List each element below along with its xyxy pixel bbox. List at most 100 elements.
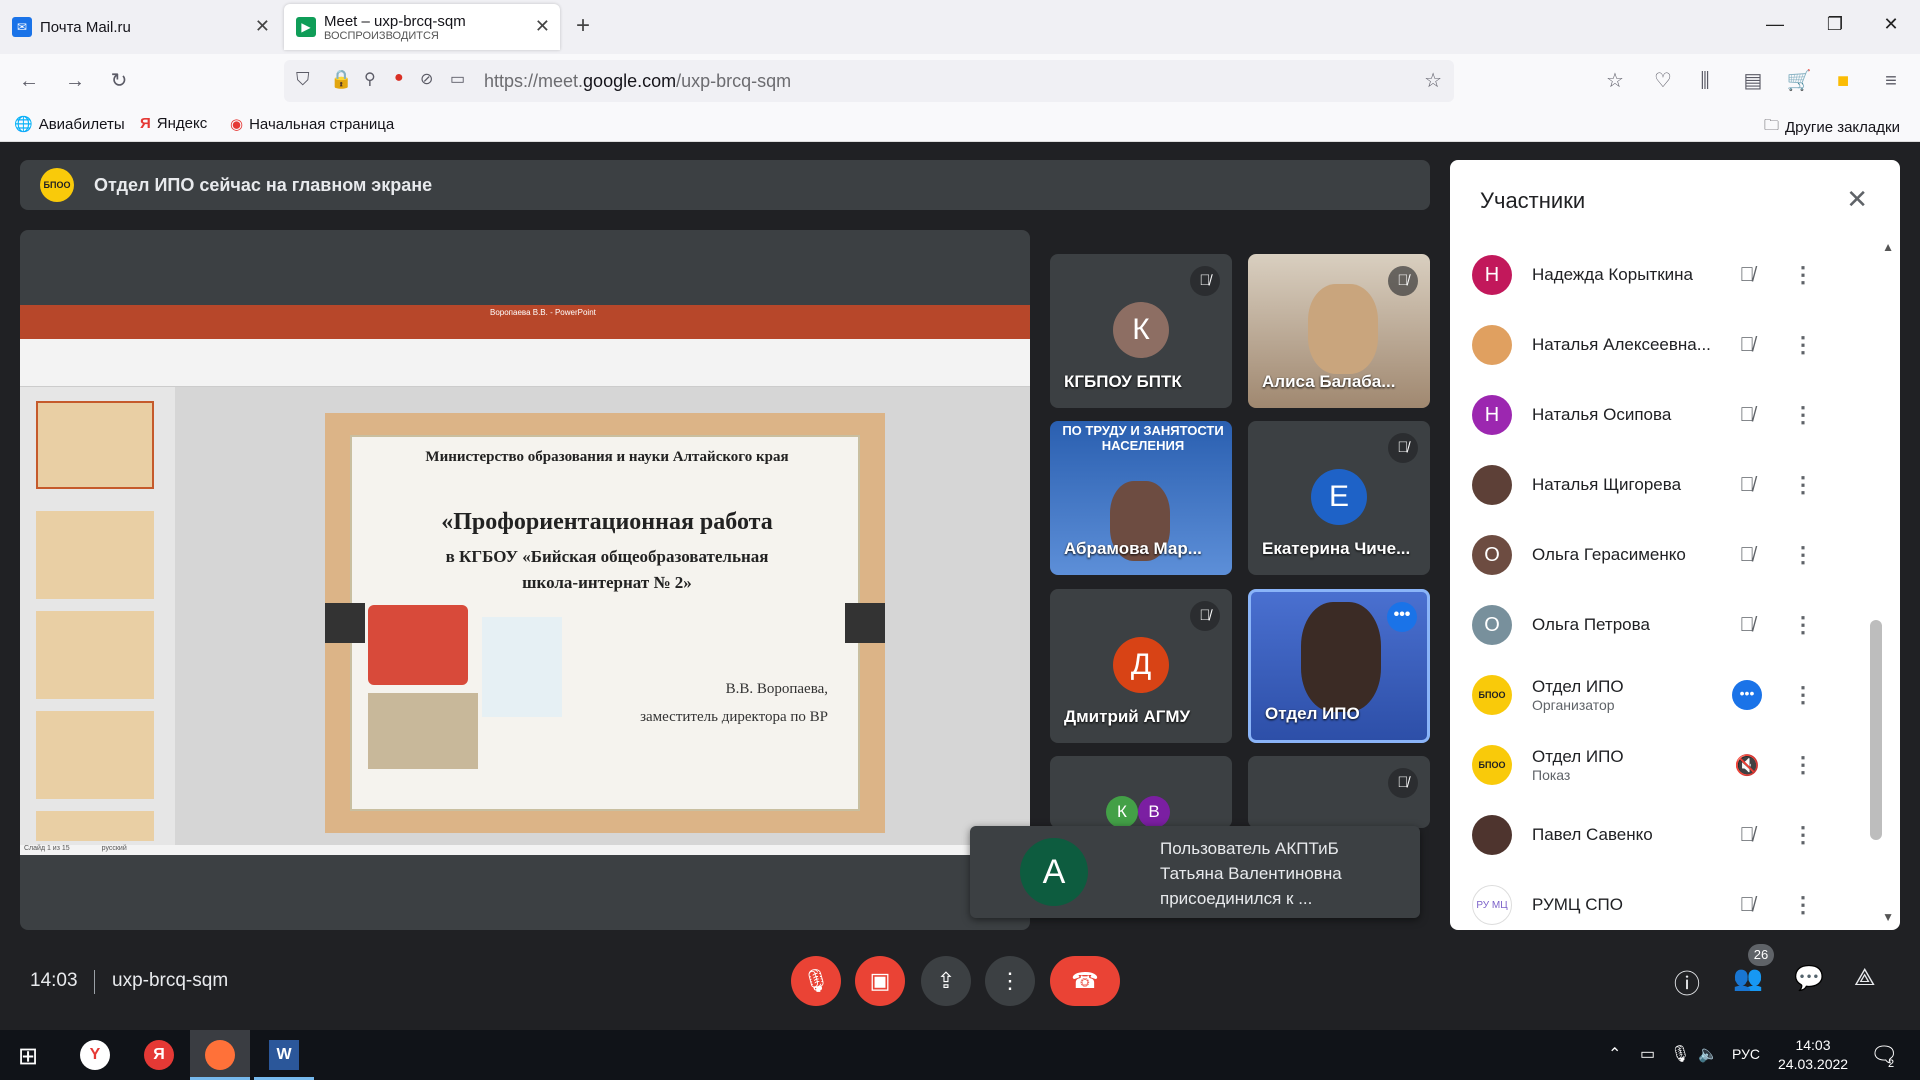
tray-mic-icon[interactable]: 🎙	[1670, 1044, 1690, 1064]
mic-off-icon[interactable]: 🎙̸	[1732, 824, 1762, 847]
activities-icon[interactable]: ⟁	[1854, 964, 1875, 992]
taskbar-word[interactable]: W	[254, 1030, 314, 1080]
minimize-icon[interactable]: —	[1760, 14, 1790, 35]
slide-thumb[interactable]	[36, 611, 154, 699]
bookmark-yandex[interactable]: Я Яндекс	[140, 115, 207, 132]
chat-icon[interactable]: 💬	[1794, 964, 1824, 993]
participant-tile[interactable]: 🎙̸	[1248, 756, 1430, 828]
more-vert-icon[interactable]: ⋮	[1792, 892, 1814, 918]
more-vert-icon[interactable]: ⋮	[1792, 752, 1814, 778]
participant-row[interactable]: Наталья Алексеевна... 🎙̸ ⋮	[1472, 310, 1852, 380]
new-tab-icon[interactable]: +	[576, 12, 590, 40]
back-icon[interactable]: ←	[14, 66, 44, 96]
participant-row[interactable]: БПОО Отдел ИПО Организатор ••• ⋮	[1472, 660, 1852, 730]
restore-icon[interactable]: ❐	[1820, 14, 1850, 35]
save-pocket-icon[interactable]: ♡	[1648, 66, 1678, 96]
bookmark-homepage[interactable]: ◉ Начальная страница	[230, 115, 394, 134]
mic-off-icon[interactable]: 🎙̸	[1732, 404, 1762, 427]
cart-icon[interactable]: 🛒	[1784, 66, 1814, 96]
mic-toggle-button[interactable]: 🎙	[791, 956, 841, 1006]
leave-call-button[interactable]: ☎	[1050, 956, 1120, 1006]
mic-off-icon[interactable]: 🎙̸	[1732, 614, 1762, 637]
address-bar[interactable]: ⛉ 🔒 ⚲ ● ⊘ ▭ https://meet.google.com/uxp-…	[284, 60, 1454, 102]
camera-toggle-button[interactable]: ▣	[855, 956, 905, 1006]
participant-tile[interactable]: Д 🎙̸ Дмитрий АГМУ	[1050, 589, 1232, 743]
tab-mail[interactable]: ✉ Почта Mail.ru ✕	[0, 4, 280, 50]
muted-audio-icon[interactable]: 🔇	[1732, 753, 1762, 778]
library-icon[interactable]: ⫼	[1690, 66, 1720, 96]
slide-thumb[interactable]	[36, 511, 154, 599]
yandex-browser-icon[interactable]: Y	[80, 1040, 110, 1070]
more-vert-icon[interactable]: ⋮	[1792, 542, 1814, 568]
close-tab-icon[interactable]: ✕	[255, 16, 270, 37]
shield-icon[interactable]: ⛉	[296, 69, 310, 90]
participant-row[interactable]: О Ольга Герасименко 🎙̸ ⋮	[1472, 520, 1852, 590]
clock[interactable]: 14:03 24.03.2022	[1778, 1036, 1848, 1074]
menu-icon[interactable]: ≡	[1876, 66, 1906, 96]
notes-icon[interactable]: ▭	[450, 69, 465, 89]
participant-tile[interactable]: К 🎙̸ КГБПОУ БПТК	[1050, 254, 1232, 408]
participant-row[interactable]: Н Наталья Осипова 🎙̸ ⋮	[1472, 380, 1852, 450]
reload-icon[interactable]: ↻	[104, 66, 134, 96]
mic-off-icon[interactable]: 🎙̸	[1732, 544, 1762, 567]
participant-row[interactable]: Наталья Щигорева 🎙̸ ⋮	[1472, 450, 1852, 520]
close-tab-icon[interactable]: ✕	[535, 16, 550, 37]
tray-chevron-icon[interactable]: ⌃	[1608, 1044, 1621, 1064]
participant-row[interactable]: Н Надежда Корыткина 🎙̸ ⋮	[1472, 240, 1852, 310]
more-vert-icon[interactable]: ⋮	[1792, 682, 1814, 708]
participant-tile[interactable]: ПО ТРУДУ И ЗАНЯТОСТИ НАСЕЛЕНИЯ Абрамова …	[1050, 421, 1232, 575]
participants-icon[interactable]: 👥	[1733, 964, 1763, 993]
bookmark-star-icon[interactable]: ☆	[1424, 68, 1442, 93]
windows-start-icon[interactable]: ⊞	[18, 1042, 38, 1071]
tab-meet[interactable]: ▶ Meet – uxp-brcq-sqm ВОСПРОИЗВОДИТСЯ ✕	[284, 4, 560, 50]
lock-icon[interactable]: 🔒	[330, 69, 352, 90]
mic-off-icon: 🎙	[802, 968, 830, 993]
slide-thumb[interactable]	[36, 401, 154, 489]
extension-icon[interactable]: ■	[1828, 66, 1858, 96]
camera-blocked-icon[interactable]: ⊘	[420, 69, 433, 89]
permissions-icon[interactable]: ⚲	[364, 69, 376, 89]
window-close-icon[interactable]: ✕	[1876, 14, 1906, 35]
volume-icon[interactable]: 🔈	[1698, 1044, 1718, 1064]
input-language[interactable]: РУС	[1732, 1046, 1760, 1062]
more-vert-icon[interactable]: ⋮	[1792, 332, 1814, 358]
more-options-button[interactable]: ⋮	[985, 956, 1035, 1006]
scrollbar[interactable]	[1870, 620, 1882, 840]
info-icon[interactable]: ⓘ	[1674, 964, 1700, 1001]
taskbar-firefox[interactable]	[190, 1030, 250, 1080]
bookmark-aviatickets[interactable]: 🌐 Авиабилеты	[14, 115, 125, 134]
mic-off-icon[interactable]: 🎙̸	[1732, 894, 1762, 917]
scroll-up-icon[interactable]: ▲	[1882, 240, 1894, 254]
speaking-indicator-icon[interactable]: •••	[1732, 680, 1762, 710]
tray-meet-icon[interactable]: ▭	[1640, 1044, 1655, 1064]
avatar	[1472, 815, 1512, 855]
other-bookmarks[interactable]: 🗀 Другие закладки	[1764, 115, 1900, 140]
participant-tile-active[interactable]: ••• Отдел ИПО	[1248, 589, 1430, 743]
more-vert-icon[interactable]: ⋮	[1792, 612, 1814, 638]
mic-off-icon[interactable]: 🎙̸	[1732, 264, 1762, 287]
more-vert-icon[interactable]: ⋮	[1792, 402, 1814, 428]
participant-row[interactable]: О Ольга Петрова 🎙̸ ⋮	[1472, 590, 1852, 660]
participant-tile-group[interactable]: К В	[1050, 756, 1232, 828]
participant-tile[interactable]: 🎙̸ Алиса Балаба...	[1248, 254, 1430, 408]
close-panel-icon[interactable]: ✕	[1846, 184, 1868, 215]
more-vert-icon[interactable]: ⋮	[1792, 822, 1814, 848]
forward-icon[interactable]: →	[60, 66, 90, 96]
url-text[interactable]: https://meet.google.com/uxp-brcq-sqm	[484, 71, 791, 92]
mic-off-icon[interactable]: 🎙̸	[1732, 334, 1762, 357]
more-vert-icon[interactable]: ⋮	[1792, 262, 1814, 288]
reader-icon[interactable]: ▤	[1738, 66, 1768, 96]
microphone-active-icon[interactable]: ●	[394, 69, 404, 87]
more-vert-icon[interactable]: ⋮	[1792, 472, 1814, 498]
pocket-icon[interactable]: ☆	[1600, 66, 1630, 96]
mic-off-icon[interactable]: 🎙̸	[1732, 474, 1762, 497]
scroll-down-icon[interactable]: ▼	[1882, 910, 1894, 924]
participant-row[interactable]: БПОО Отдел ИПО Показ 🔇 ⋮	[1472, 730, 1852, 800]
participant-tile[interactable]: Е 🎙̸ Екатерина Чиче...	[1248, 421, 1430, 575]
participant-row[interactable]: Павел Савенко 🎙̸ ⋮	[1472, 800, 1852, 870]
participant-row[interactable]: РУ МЦ РУМЦ СПО 🎙̸ ⋮	[1472, 870, 1852, 930]
slide-thumb[interactable]	[36, 711, 154, 799]
present-button[interactable]: ⇪	[921, 956, 971, 1006]
slide-thumb[interactable]	[36, 811, 154, 841]
yandex-icon[interactable]: Я	[144, 1040, 174, 1070]
